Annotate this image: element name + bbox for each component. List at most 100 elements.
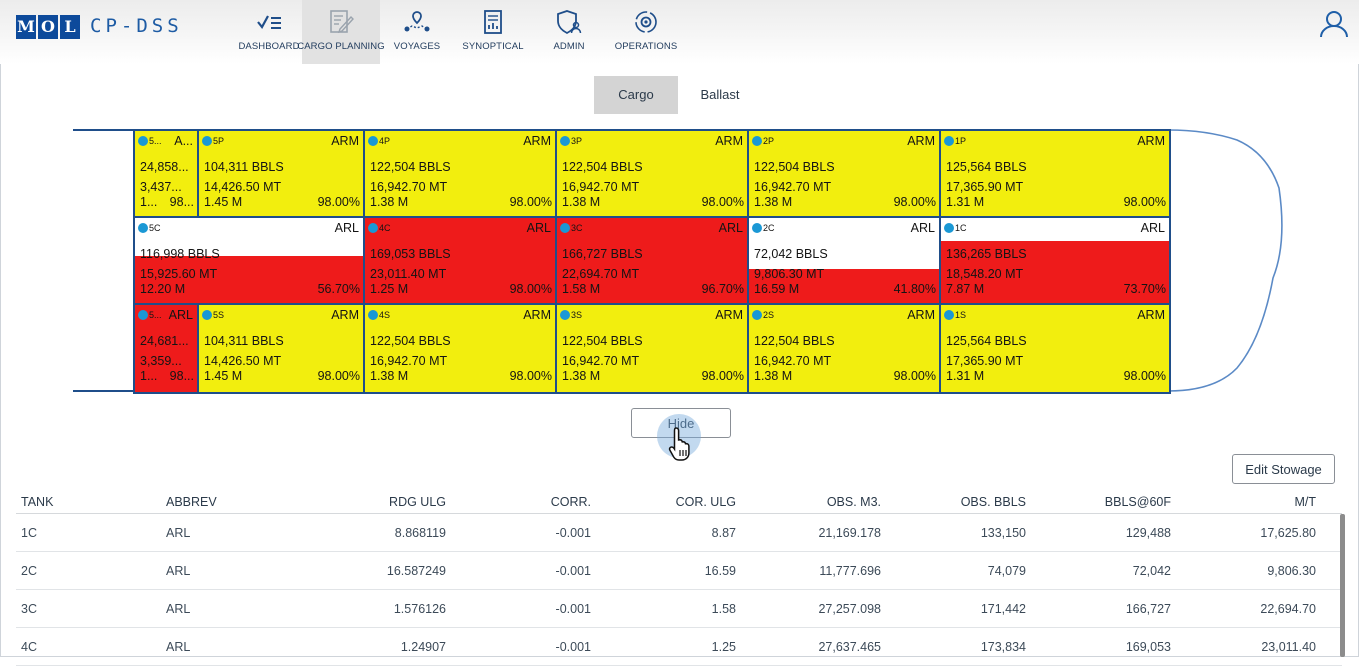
tank-volume-bbls: 24,681...: [140, 334, 189, 348]
tank-ullage-m: 1.38 M: [370, 195, 409, 209]
column-header[interactable]: BBLS@60F: [1031, 490, 1176, 513]
table-cell: 4C: [21, 639, 37, 654]
nav-label: SYNOPTICAL: [462, 41, 524, 52]
report-icon: [478, 8, 508, 36]
column-header[interactable]: ABBREV: [161, 490, 306, 513]
column-header[interactable]: TANK: [16, 490, 161, 513]
table-cell: 1.24907: [400, 639, 446, 654]
route-icon: [402, 8, 432, 36]
tank-volume-bbls: 104,311 BBLS: [204, 160, 284, 174]
tank-status-dot: [368, 136, 378, 146]
column-header[interactable]: OBS. BBLS: [886, 490, 1031, 513]
nav-admin[interactable]: ADMIN: [532, 0, 606, 64]
cargo-toggle-button[interactable]: Cargo: [594, 76, 678, 114]
tank-ullage-m: 1.38 M: [754, 369, 793, 383]
top-bar: M O L CP-DSS DASHBOARD CARGO PLANNING VO…: [0, 0, 1359, 64]
tank-weight-mt: 17,365.90 MT: [946, 180, 1024, 194]
nav-voyages[interactable]: VOYAGES: [380, 0, 454, 64]
tank-volume-bbls: 169,053 BBLS: [370, 247, 451, 261]
tank-fill-percent: 98.00%: [1123, 195, 1166, 209]
tank-cell[interactable]: 3S ARM 122,504 BBLS 16,942.70 MT 1.38 M 98.00…: [555, 303, 749, 394]
tank-weight-mt: 22,694.70 MT: [562, 267, 640, 281]
table-cell: 129,488: [1125, 525, 1171, 540]
tank-ullage-m: 1...: [140, 369, 158, 383]
tank-cell[interactable]: 5... ARL 24,681... 3,359... 1... 98...: [133, 303, 199, 394]
nav-dashboard[interactable]: DASHBOARD: [236, 0, 302, 64]
tank-status-dot: [944, 223, 954, 233]
tank-grade: ARM: [523, 308, 551, 322]
tank-ullage-m: 1.45 M: [204, 369, 243, 383]
tank-status-dot: [202, 310, 212, 320]
table-scrollbar[interactable]: [1340, 514, 1345, 657]
tank-cell[interactable]: 1P ARM 125,564 BBLS 17,365.90 MT 1.31 M 98.00…: [939, 129, 1171, 220]
tank-id: 4S: [379, 310, 391, 320]
tank-cell[interactable]: 1C ARL 136,265 BBLS 18,548.20 MT 7.87 M 73.70…: [939, 216, 1171, 307]
edit-stowage-button[interactable]: Edit Stowage: [1232, 454, 1335, 484]
table-cell: 133,150: [980, 525, 1026, 540]
nav-synoptical[interactable]: SYNOPTICAL: [454, 0, 532, 64]
checklist-icon: [254, 8, 284, 36]
tank-id: 3S: [571, 310, 583, 320]
tank-fill-percent: 98.00%: [893, 369, 936, 383]
table-cell: -0.001: [555, 525, 591, 540]
tank-cell[interactable]: 3P ARM 122,504 BBLS 16,942.70 MT 1.38 M 98.00…: [555, 129, 749, 220]
tank-cell[interactable]: 4S ARM 122,504 BBLS 16,942.70 MT 1.38 M 98.00…: [363, 303, 557, 394]
tank-cell[interactable]: 5... A... 24,858... 3,437... 1... 98...: [133, 129, 199, 220]
column-header[interactable]: COR. ULG: [596, 490, 741, 513]
nav-label: VOYAGES: [393, 41, 441, 52]
tank-volume-bbls: 72,042 BBLS: [754, 247, 828, 261]
table-cell: -0.001: [555, 601, 591, 616]
tank-id: 4C: [379, 223, 391, 233]
tank-status-dot: [752, 136, 762, 146]
user-icon[interactable]: [1319, 10, 1349, 43]
table-row[interactable]: 2C ARL 16.587249 -0.001 16.59 11,777.696 74,07…: [16, 552, 1342, 590]
table-cell: 16.587249: [386, 563, 446, 578]
nav-label: OPERATIONS: [614, 41, 678, 52]
tank-fill-percent: 98.00%: [509, 369, 552, 383]
table-cell: 171,442: [980, 601, 1026, 616]
tank-cell[interactable]: 5S ARM 104,311 BBLS 14,426.50 MT 1.45 M 98.00…: [197, 303, 365, 394]
table-cell: ARL: [166, 601, 191, 616]
gear-sync-icon: [631, 8, 661, 36]
table-row[interactable]: 1C ARL 8.868119 -0.001 8.87 21,169.178 133,150…: [16, 514, 1342, 552]
hull-line-bottom: [73, 390, 134, 392]
tank-cell[interactable]: 4C ARL 169,053 BBLS 23,011.40 MT 1.25 M 98.00…: [363, 216, 557, 307]
tank-weight-mt: 16,942.70 MT: [562, 180, 640, 194]
tank-ullage-m: 1...: [140, 195, 158, 209]
company-logo[interactable]: M O L: [16, 15, 80, 39]
tank-cell[interactable]: 1S ARM 125,564 BBLS 17,365.90 MT 1.31 M 98.00…: [939, 303, 1171, 394]
tank-status-dot: [138, 136, 148, 146]
tank-cell[interactable]: 3C ARL 166,727 BBLS 22,694.70 MT 1.58 M 96.70…: [555, 216, 749, 307]
table-row[interactable]: 4C ARL 1.24907 -0.001 1.25 27,637.465 173,834 1…: [16, 628, 1342, 666]
tank-status-dot: [138, 310, 148, 320]
tank-weight-mt: 15,925.60 MT: [140, 267, 218, 281]
nav-label: CARGO PLANNING: [297, 41, 385, 52]
column-header[interactable]: M/T: [1176, 490, 1321, 513]
tank-cell[interactable]: 4P ARM 122,504 BBLS 16,942.70 MT 1.38 M 98.00…: [363, 129, 557, 220]
tank-grade: ARL: [718, 221, 743, 235]
tank-status-dot: [560, 310, 570, 320]
tank-weight-mt: 14,426.50 MT: [204, 354, 282, 368]
nav-cargo-planning[interactable]: CARGO PLANNING: [297, 0, 385, 64]
hand-cursor-icon: [668, 426, 694, 467]
column-header[interactable]: OBS. M3.: [741, 490, 886, 513]
column-header[interactable]: CORR.: [451, 490, 596, 513]
table-cell: 1.25: [711, 639, 736, 654]
table-cell: 27,257.098: [818, 601, 881, 616]
table-cell: ARL: [166, 525, 191, 540]
tank-id: 5C: [149, 223, 161, 233]
tank-weight-mt: 16,942.70 MT: [754, 180, 832, 194]
tank-cell[interactable]: 2P ARM 122,504 BBLS 16,942.70 MT 1.38 M 98.00…: [747, 129, 941, 220]
tank-cell[interactable]: 5P ARM 104,311 BBLS 14,426.50 MT 1.45 M 98.00…: [197, 129, 365, 220]
tank-cell[interactable]: 2C ARL 72,042 BBLS 9,806.30 MT 16.59 M 41.80%: [747, 216, 941, 307]
table-row[interactable]: 3C ARL 1.576126 -0.001 1.58 27,257.098 171,442…: [16, 590, 1342, 628]
tank-cell[interactable]: 2S ARM 122,504 BBLS 16,942.70 MT 1.38 M 98.00…: [747, 303, 941, 394]
ballast-toggle-button[interactable]: Ballast: [678, 76, 762, 114]
tank-cell[interactable]: 5C ARL 116,998 BBLS 15,925.60 MT 12.20 M 56.7…: [133, 216, 365, 307]
tank-ullage-m: 1.25 M: [370, 282, 409, 296]
table-cell: 22,694.70: [1260, 601, 1316, 616]
column-header[interactable]: RDG ULG: [306, 490, 451, 513]
tank-grade: ARM: [907, 134, 935, 148]
nav-operations[interactable]: OPERATIONS: [606, 0, 686, 64]
tank-grade: ARM: [715, 308, 743, 322]
